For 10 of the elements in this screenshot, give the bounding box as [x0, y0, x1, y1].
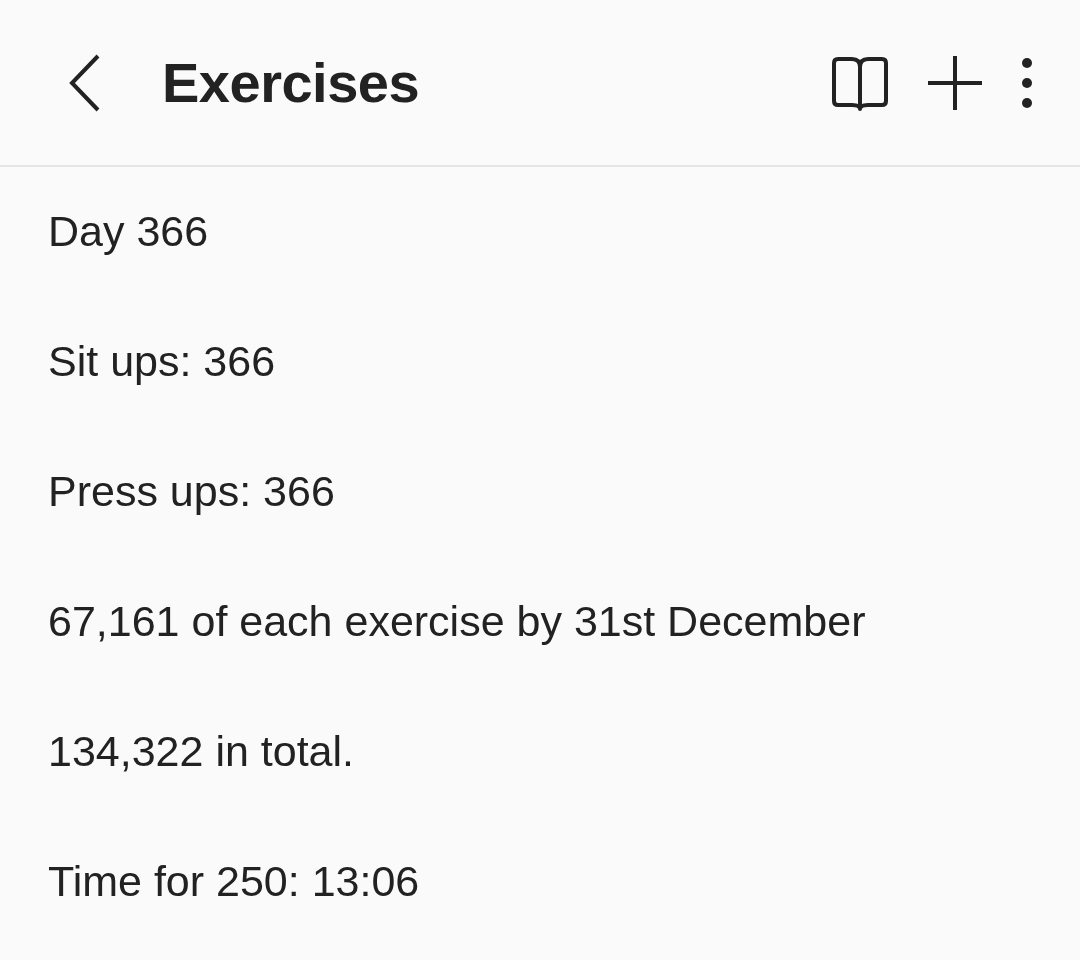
note-line: Day 366	[48, 205, 209, 257]
plus-icon	[926, 53, 984, 112]
note-line: 134,322 in total.	[48, 725, 355, 777]
book-icon	[830, 54, 890, 111]
note-line: Press ups: 366	[48, 465, 335, 517]
note-line: Sit ups: 366	[48, 335, 276, 387]
more-icon	[1020, 56, 1034, 109]
page-title: Exercises	[162, 49, 421, 116]
note-line: Time for 250: 13:06	[48, 855, 420, 907]
note-line: 67,161 of each exercise by 31st December	[48, 595, 866, 647]
